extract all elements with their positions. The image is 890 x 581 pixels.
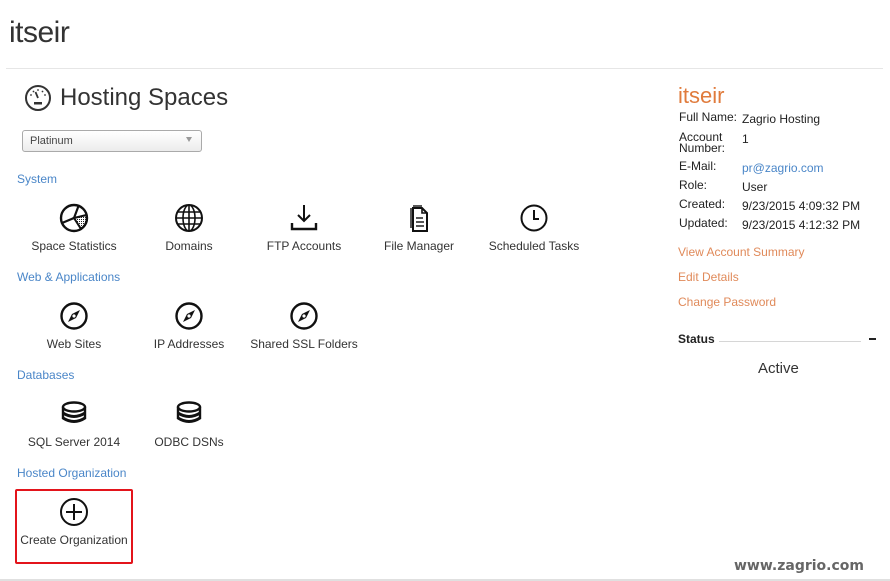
status-label: Status [678, 332, 715, 346]
pie-chart-icon [59, 203, 89, 233]
group-label-system: System [17, 172, 58, 186]
tile-label: Scheduled Tasks [488, 239, 580, 253]
collapse-icon[interactable] [868, 333, 878, 343]
hosting-plan-select[interactable]: Platinum [22, 130, 202, 152]
tile-web-sites[interactable]: Web Sites [15, 301, 133, 351]
field-value: 9/23/2015 4:09:32 PM [742, 199, 861, 213]
documents-icon [410, 205, 428, 232]
field-value: 1 [742, 132, 749, 146]
divider [719, 341, 861, 342]
field-label: Role: [679, 178, 708, 192]
gauge-icon [25, 85, 51, 111]
tile-label: File Manager [383, 239, 455, 253]
field-value: User [742, 180, 768, 194]
tile-label: SQL Server 2014 [27, 435, 121, 449]
page-title: itseir [9, 16, 70, 49]
field-label: Updated: [679, 216, 728, 230]
tile-shared-ssl-folders[interactable]: Shared SSL Folders [245, 301, 363, 351]
tile-ip-addresses[interactable]: IP Addresses [130, 301, 248, 351]
field-value: 9/23/2015 4:12:32 PM [742, 218, 861, 232]
database-icon [176, 401, 202, 423]
tile-domains[interactable]: Domains [130, 203, 248, 253]
chevron-down-icon [186, 137, 192, 142]
plus-circle-icon [60, 498, 88, 526]
compass-icon [290, 302, 318, 330]
field-label: Full Name: [679, 110, 738, 124]
tile-label: FTP Accounts [266, 239, 342, 253]
field-label: E-Mail: [679, 159, 717, 173]
clock-icon [520, 204, 548, 232]
watermark: www.zagrio.com [734, 558, 864, 574]
group-label-web-applications: Web & Applications [17, 270, 121, 284]
change-password-link[interactable]: Change Password [678, 295, 776, 309]
tile-label: Web Sites [46, 337, 102, 351]
account-name: itseir [678, 83, 725, 108]
group-label-databases: Databases [17, 368, 75, 382]
database-icon [61, 401, 87, 423]
field-label: Created: [679, 197, 726, 211]
hosting-spaces-title: Hosting Spaces [60, 84, 229, 111]
field-value: Zagrio Hosting [742, 112, 821, 126]
tile-label: IP Addresses [153, 337, 225, 351]
tile-label: Domains [165, 239, 213, 253]
globe-icon [175, 204, 203, 232]
edit-details-link[interactable]: Edit Details [678, 270, 739, 284]
hosting-spaces-header: Hosting Spaces [24, 84, 228, 112]
divider [6, 68, 883, 69]
compass-icon [60, 302, 88, 330]
compass-icon [175, 302, 203, 330]
tile-file-manager[interactable]: File Manager [360, 203, 478, 253]
tile-label: Space Statistics [31, 239, 117, 253]
tile-scheduled-tasks[interactable]: Scheduled Tasks [475, 203, 593, 253]
field-label: Account Number: [679, 130, 726, 155]
view-account-summary-link[interactable]: View Account Summary [678, 245, 805, 259]
status-value: Active [758, 360, 799, 377]
tile-sql-server-2014[interactable]: SQL Server 2014 [15, 399, 133, 449]
tile-ftp-accounts[interactable]: FTP Accounts [245, 203, 363, 253]
group-label-hosted-organization: Hosted Organization [17, 466, 127, 480]
hosting-plan-selected: Platinum [30, 135, 73, 147]
tile-label: Shared SSL Folders [250, 337, 358, 351]
tile-space-statistics[interactable]: Space Statistics [15, 203, 133, 253]
email-link[interactable]: pr@zagrio.com [742, 161, 824, 175]
tile-odbc-dsns[interactable]: ODBC DSNs [130, 399, 248, 449]
tile-create-organization[interactable]: Create Organization [15, 497, 133, 547]
download-icon [290, 205, 318, 231]
tile-label: ODBC DSNs [154, 435, 224, 449]
tile-label: Create Organization [20, 533, 128, 547]
